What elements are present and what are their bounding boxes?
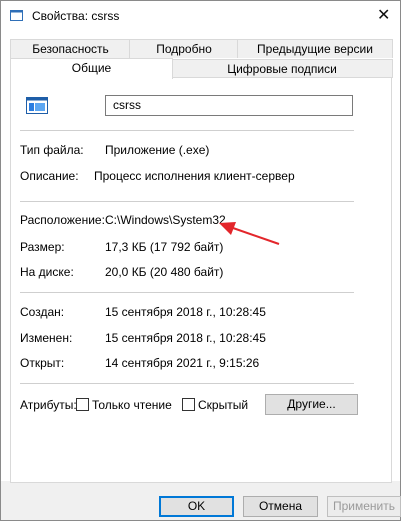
size-label: Размер: xyxy=(20,240,65,254)
close-icon: ✕ xyxy=(377,7,391,24)
tab-security[interactable]: Безопасность xyxy=(10,39,131,58)
accessed-label: Открыт: xyxy=(20,356,65,370)
created-label: Создан: xyxy=(20,305,65,319)
description-label: Описание: xyxy=(20,169,79,183)
title-bar: Свойства: csrss ✕ xyxy=(1,1,400,31)
tab-details[interactable]: Подробно xyxy=(129,39,239,58)
cancel-button[interactable]: Отмена xyxy=(243,496,318,517)
window-title: Свойства: csrss xyxy=(32,9,120,23)
attributes-label: Атрибуты: xyxy=(20,398,77,412)
accessed-value: 14 сентября 2021 г., 9:15:26 xyxy=(105,356,260,370)
ok-button[interactable]: OK xyxy=(159,496,234,517)
application-exe-icon xyxy=(26,97,48,114)
readonly-checkbox-label[interactable]: Только чтение xyxy=(92,398,172,412)
advanced-attributes-button[interactable]: Другие... xyxy=(265,394,358,415)
file-type-value: Приложение (.exe) xyxy=(105,143,210,157)
separator xyxy=(20,201,354,202)
properties-window: Свойства: csrss ✕ Безопасность Подробно … xyxy=(0,0,401,521)
hidden-checkbox[interactable] xyxy=(182,398,195,411)
window-app-icon xyxy=(10,10,23,21)
description-value: Процесс исполнения клиент-сервер xyxy=(94,169,295,183)
tab-digital-signatures[interactable]: Цифровые подписи xyxy=(171,59,393,78)
file-type-label: Тип файла: xyxy=(20,143,84,157)
size-on-disk-value: 20,0 КБ (20 480 байт) xyxy=(105,265,224,279)
created-value: 15 сентября 2018 г., 10:28:45 xyxy=(105,305,266,319)
hidden-checkbox-label[interactable]: Скрытый xyxy=(198,398,248,412)
apply-button[interactable]: Применить xyxy=(327,496,401,517)
tab-general[interactable]: Общие xyxy=(10,58,173,79)
readonly-checkbox[interactable] xyxy=(76,398,89,411)
separator xyxy=(20,130,354,131)
file-name-field[interactable]: csrss xyxy=(105,95,353,116)
location-label: Расположение: xyxy=(20,213,105,227)
general-panel xyxy=(10,77,392,483)
separator xyxy=(20,383,354,384)
location-value: C:\Windows\System32 xyxy=(105,213,226,227)
modified-label: Изменен: xyxy=(20,331,73,345)
tab-previous-versions[interactable]: Предыдущие версии xyxy=(237,39,393,58)
close-button[interactable]: ✕ xyxy=(364,1,400,31)
size-on-disk-label: На диске: xyxy=(20,265,74,279)
size-value: 17,3 КБ (17 792 байт) xyxy=(105,240,224,254)
modified-value: 15 сентября 2018 г., 10:28:45 xyxy=(105,331,266,345)
separator xyxy=(20,292,354,293)
